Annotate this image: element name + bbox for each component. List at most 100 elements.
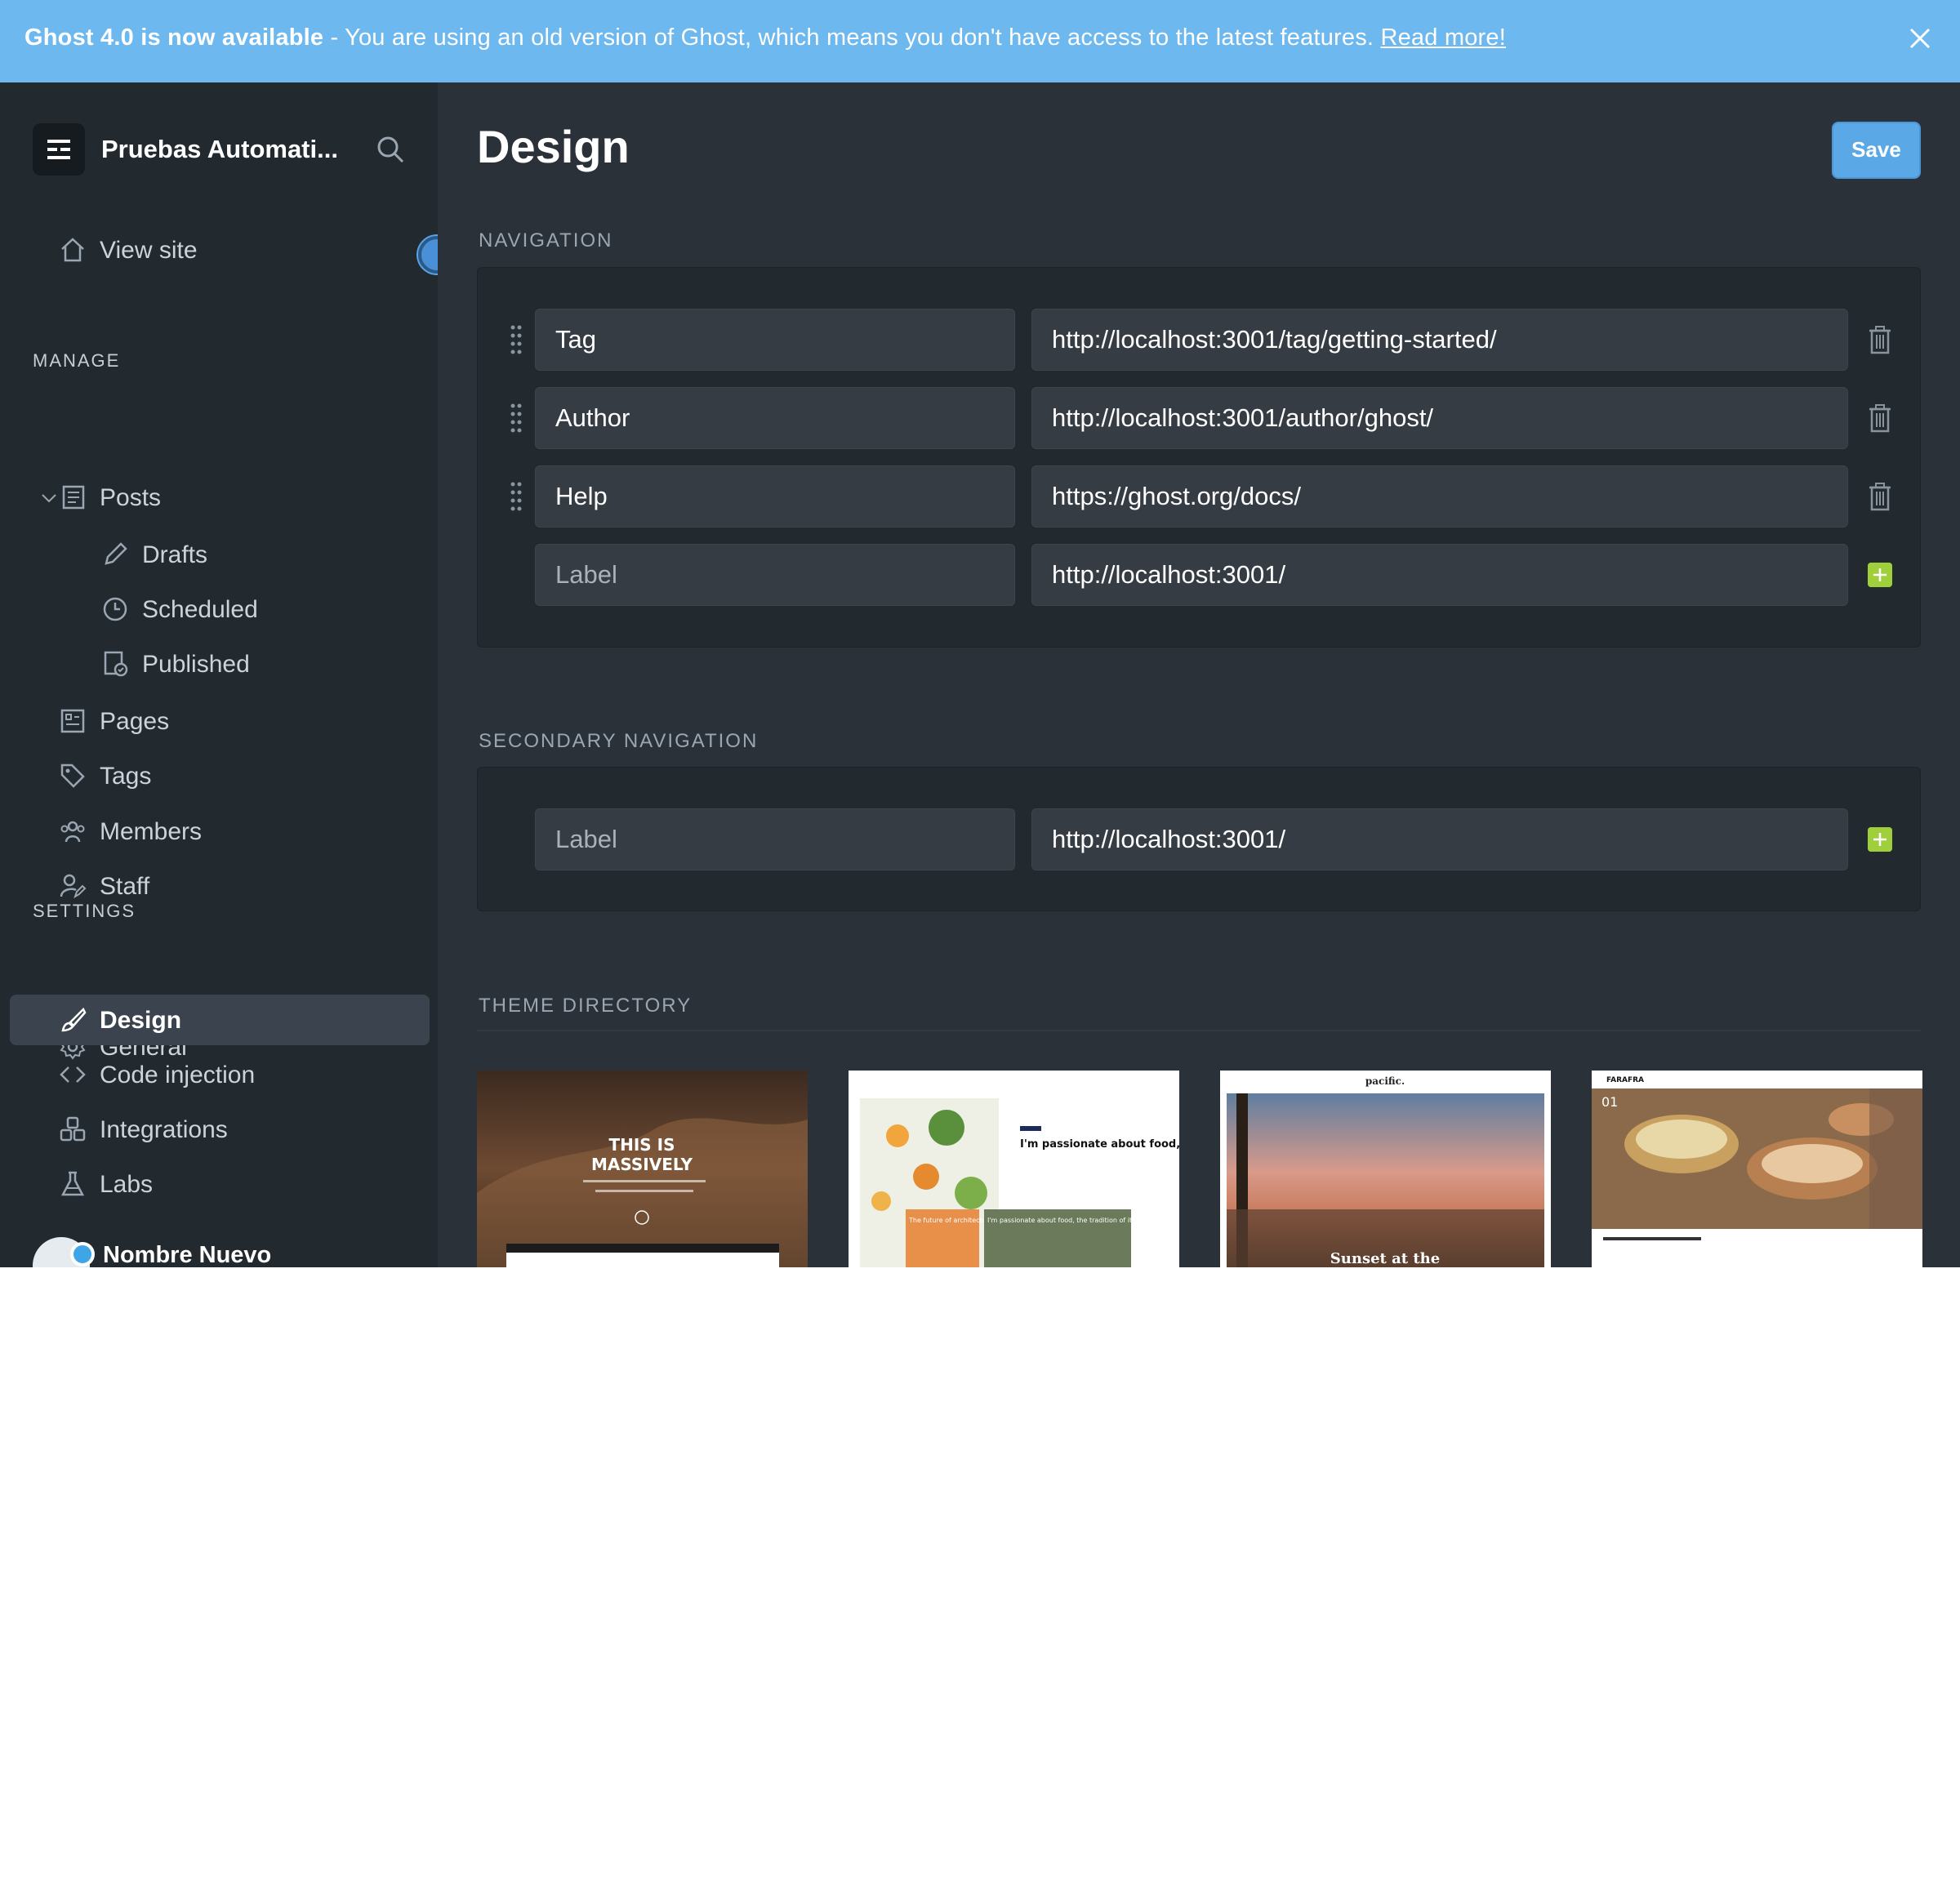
banner-message: - You are using an old version of Ghost,… [323, 24, 1381, 51]
add-icon[interactable] [1868, 563, 1892, 587]
nav-label-field[interactable]: Help [535, 465, 1015, 528]
admin-app: Pruebas Automati... View site MANAGE Pos… [0, 82, 1960, 1267]
nav-members[interactable]: Members [10, 806, 430, 857]
nav-label-field[interactable]: Tag [535, 309, 1015, 371]
nav-label: Code injection [100, 1062, 256, 1088]
nav-label-field[interactable]: Author [535, 387, 1015, 449]
theme-text: 01 [1601, 1094, 1618, 1110]
nav-url-field[interactable]: http://localhost:3001/author/ghost/ [1031, 387, 1848, 449]
theme-card-pacific[interactable]: pacific. Sunset at the [1220, 1071, 1551, 1267]
theme-card-bulletin[interactable]: I'm passionate about food, the tradition… [849, 1071, 1179, 1267]
nav-label: Published [142, 651, 250, 678]
flask-icon [60, 1171, 85, 1196]
nav-view-site[interactable]: View site [10, 225, 430, 275]
settings-heading: SETTINGS [33, 901, 136, 921]
theme-text: 03 [1889, 1249, 1905, 1265]
nav-url-field[interactable]: http://localhost:3001/tag/getting-starte… [1031, 309, 1848, 371]
tag-icon [60, 763, 85, 788]
theme-card-farafra[interactable]: FARAFRA 01 02 03 [1592, 1071, 1922, 1267]
nav-published[interactable]: Published [10, 639, 430, 689]
banner-text: Ghost 4.0 is now available - You are usi… [24, 24, 1506, 51]
code-icon [60, 1066, 86, 1083]
nav-label: Members [100, 818, 203, 845]
nav-label: Tags [100, 763, 152, 790]
nav-tags[interactable]: Tags [10, 750, 430, 801]
chevron-down-icon[interactable] [41, 490, 57, 506]
nav-label: Design [100, 1007, 182, 1034]
nav-label: Drafts [142, 541, 208, 568]
search-icon[interactable] [374, 133, 407, 166]
nav-new-row: Label http://localhost:3001/ [478, 544, 1922, 606]
nav-pages[interactable]: Pages [10, 696, 430, 746]
secondary-navigation-panel: Label http://localhost:3001/ [477, 767, 1921, 911]
notification-badge [70, 1242, 95, 1266]
nav-row: Author http://localhost:3001/author/ghos… [478, 387, 1922, 449]
drag-handle-icon[interactable] [509, 480, 523, 513]
theme-directory-heading: THEME DIRECTORY [479, 995, 693, 1017]
trash-icon[interactable] [1868, 325, 1892, 354]
manage-heading: MANAGE [33, 350, 121, 371]
nav-url-field[interactable]: https://ghost.org/docs/ [1031, 465, 1848, 528]
nav-row: Tag http://localhost:3001/tag/getting-st… [478, 309, 1922, 371]
page-title: Design [477, 121, 630, 172]
new-nav-url-field[interactable]: http://localhost:3001/ [1031, 544, 1848, 606]
user-name[interactable]: Nombre Nuevo [103, 1242, 271, 1267]
new-nav-label-field[interactable]: Label [535, 544, 1015, 606]
brush-icon [61, 1007, 87, 1032]
save-button[interactable]: Save [1832, 122, 1921, 179]
sidebar: Pruebas Automati... View site MANAGE Pos… [0, 82, 456, 1267]
drag-handle-icon[interactable] [509, 402, 523, 434]
nav-label: Scheduled [142, 596, 258, 623]
theme-text: THIS IS [608, 1135, 675, 1155]
clock-icon [103, 597, 127, 621]
main-content: Design Save NAVIGATION Tag http://localh… [438, 82, 1960, 1267]
update-banner: Ghost 4.0 is now available - You are usi… [0, 0, 1960, 82]
theme-preview-image: I'm passionate about food, the tradition… [849, 1071, 1179, 1267]
theme-preview-image: THIS IS MASSIVELY [477, 1071, 808, 1267]
banner-title: Ghost 4.0 is now available [24, 24, 324, 51]
nav-code-injection[interactable]: Code injection [10, 1049, 430, 1100]
nav-labs[interactable]: Labs [10, 1159, 430, 1209]
drag-handle-icon[interactable] [509, 323, 523, 356]
nav-label: Integrations [100, 1116, 228, 1143]
nav-posts[interactable]: Posts [10, 472, 430, 523]
integrations-icon [60, 1116, 86, 1142]
trash-icon[interactable] [1868, 403, 1892, 433]
theme-text: FARAFRA [1606, 1076, 1644, 1084]
theme-text: I'm passionate about food, the tradition… [1020, 1138, 1179, 1151]
staff-icon [60, 874, 87, 899]
posts-icon [62, 485, 85, 510]
theme-text: I'm passionate about food, the tradition… [987, 1217, 1179, 1224]
new-secondary-label-field[interactable]: Label [535, 808, 1015, 870]
nav-drafts[interactable]: Drafts [10, 529, 430, 580]
published-icon [104, 651, 128, 677]
nav-row: Help https://ghost.org/docs/ [478, 465, 1922, 528]
theme-text: pacific. [1365, 1075, 1405, 1087]
nav-design[interactable]: Design [10, 995, 430, 1045]
members-icon [60, 821, 85, 843]
new-secondary-url-field[interactable]: http://localhost:3001/ [1031, 808, 1848, 870]
banner-read-more-link[interactable]: Read more! [1380, 24, 1506, 51]
trash-icon[interactable] [1868, 482, 1892, 511]
nav-new-row: Label http://localhost:3001/ [478, 808, 1922, 870]
nav-label: Staff [100, 873, 150, 900]
site-logo-icon[interactable] [33, 123, 85, 176]
home-icon [61, 238, 84, 262]
nav-label: Pages [100, 708, 170, 735]
nav-scheduled[interactable]: Scheduled [10, 584, 430, 634]
navigation-panel: Tag http://localhost:3001/tag/getting-st… [477, 267, 1921, 648]
site-name[interactable]: Pruebas Automati... [101, 135, 338, 164]
theme-text: MASSIVELY [591, 1155, 693, 1174]
divider [477, 1030, 1921, 1031]
theme-text: Sunset at the [1330, 1250, 1440, 1267]
nav-integrations[interactable]: Integrations [10, 1104, 430, 1155]
secondary-navigation-heading: SECONDARY NAVIGATION [479, 730, 759, 752]
nav-label: Posts [100, 484, 162, 511]
theme-preview-image: FARAFRA 01 02 03 [1592, 1071, 1922, 1267]
add-icon[interactable] [1868, 827, 1892, 852]
pages-icon [60, 709, 85, 733]
theme-card-massively[interactable]: THIS IS MASSIVELY [477, 1071, 808, 1267]
close-icon[interactable] [1908, 26, 1932, 51]
pencil-icon [105, 542, 127, 565]
theme-text: 02 [1861, 1249, 1878, 1265]
